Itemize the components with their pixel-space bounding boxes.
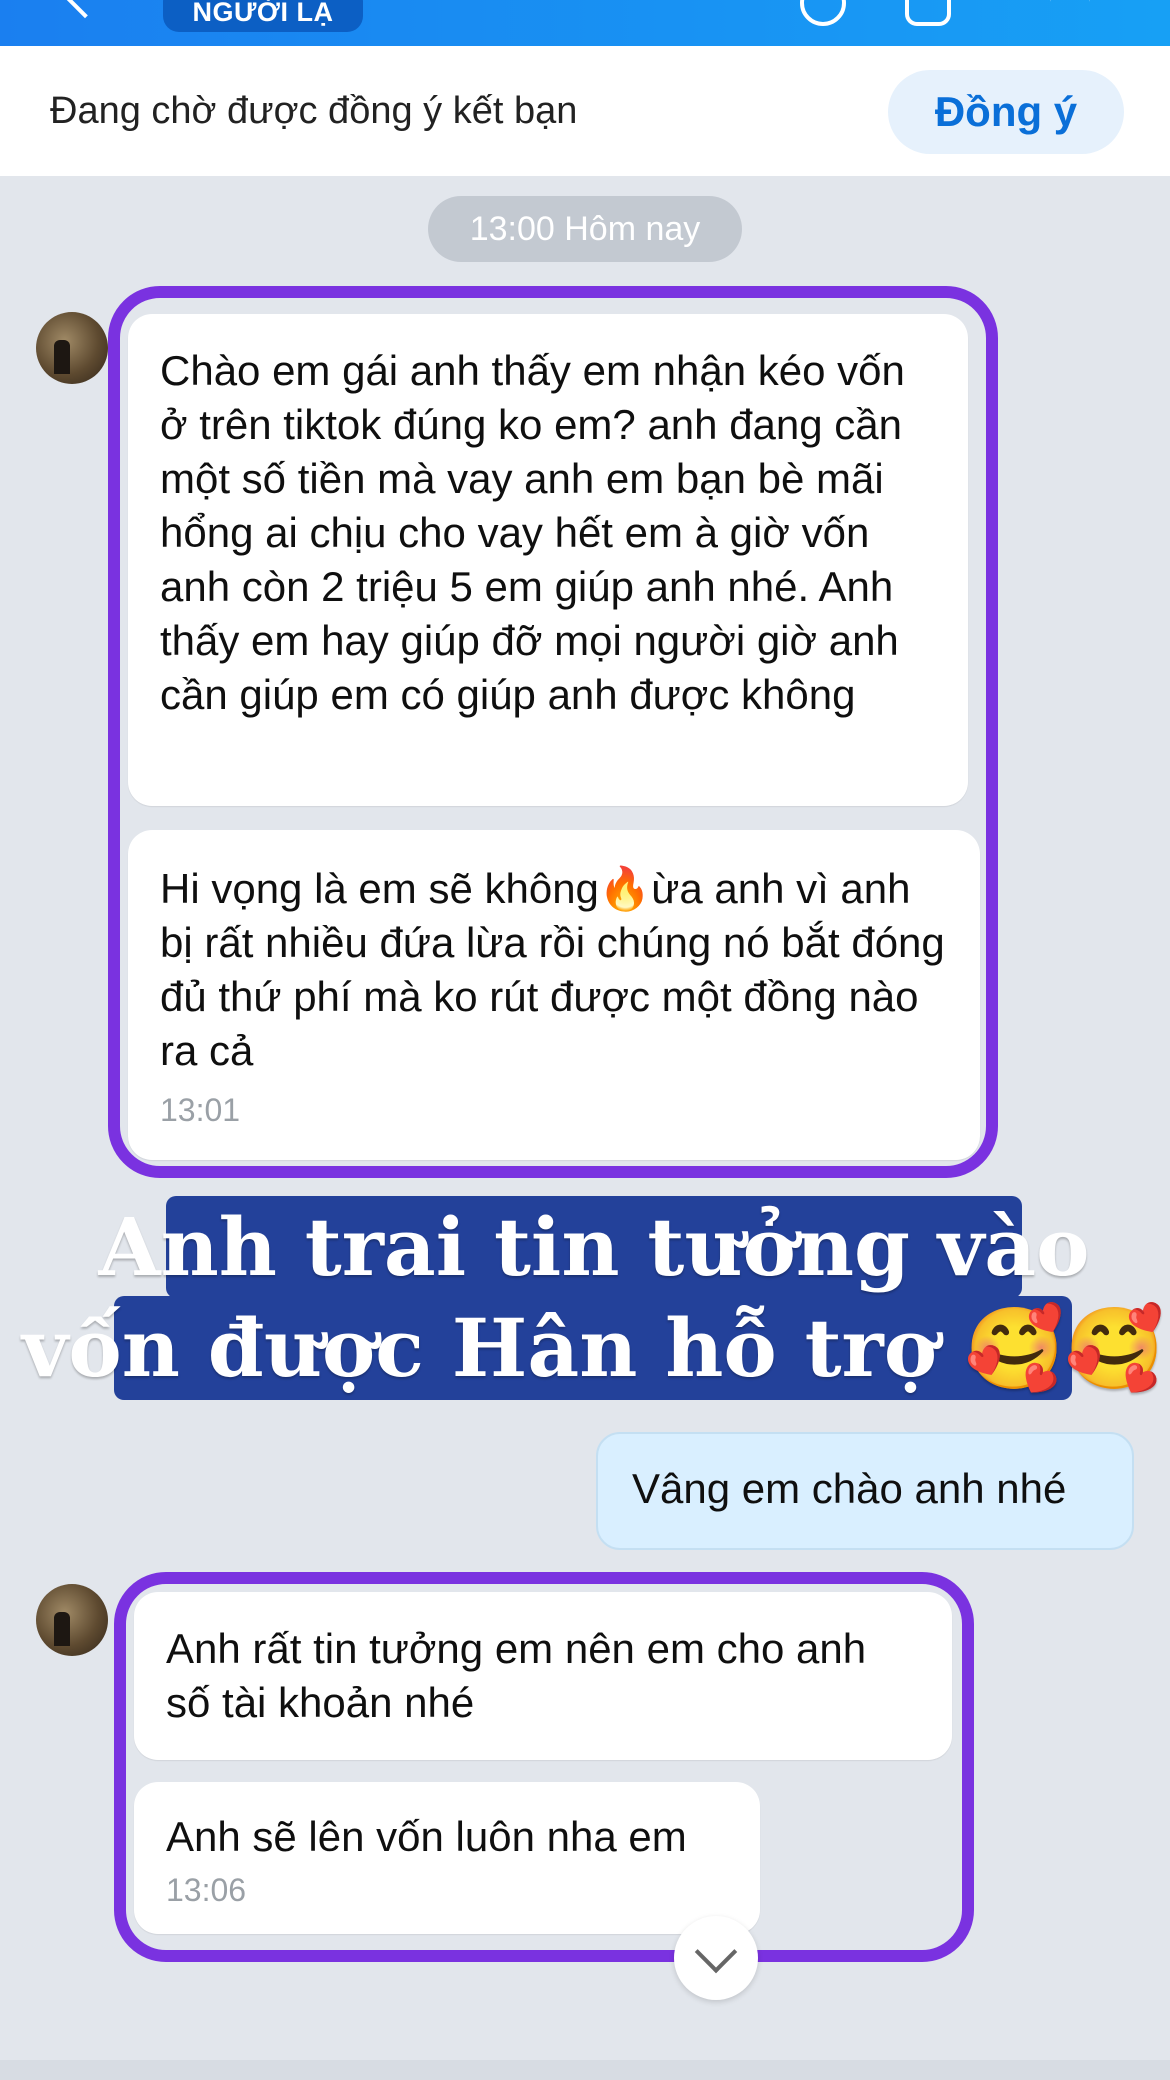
my-message-bubble[interactable]: Vâng em chào anh nhé bbox=[596, 1432, 1134, 1550]
date-separator: 13:00 Hôm nay bbox=[428, 196, 742, 262]
bottom-edge bbox=[0, 2060, 1170, 2080]
caption-line-2: vốn được Hân hỗ trợ 🥰🥰 bbox=[22, 1296, 1164, 1400]
avatar[interactable] bbox=[36, 1584, 108, 1656]
scroll-down-button[interactable] bbox=[674, 1916, 758, 2000]
video-call-icon[interactable] bbox=[905, 0, 951, 26]
chat-header: NGƯỜI LẠ bbox=[0, 0, 1170, 46]
menu-icon[interactable] bbox=[1050, 0, 1090, 20]
back-arrow-icon[interactable] bbox=[63, 0, 107, 19]
agree-button[interactable]: Đồng ý bbox=[888, 70, 1124, 154]
message-text: Vâng em chào anh nhé bbox=[632, 1465, 1067, 1512]
phone-icon[interactable] bbox=[800, 0, 846, 26]
pending-friend-text: Đang chờ được đồng ý kết bạn bbox=[50, 90, 578, 132]
chevron-down-icon bbox=[694, 1930, 738, 1974]
highlight-frame bbox=[108, 286, 998, 1178]
highlight-frame bbox=[114, 1572, 974, 1962]
avatar[interactable] bbox=[36, 312, 108, 384]
caption-line-1: Anh trai tin tưởng vào bbox=[99, 1196, 1089, 1298]
stranger-badge: NGƯỜI LẠ bbox=[163, 0, 363, 32]
